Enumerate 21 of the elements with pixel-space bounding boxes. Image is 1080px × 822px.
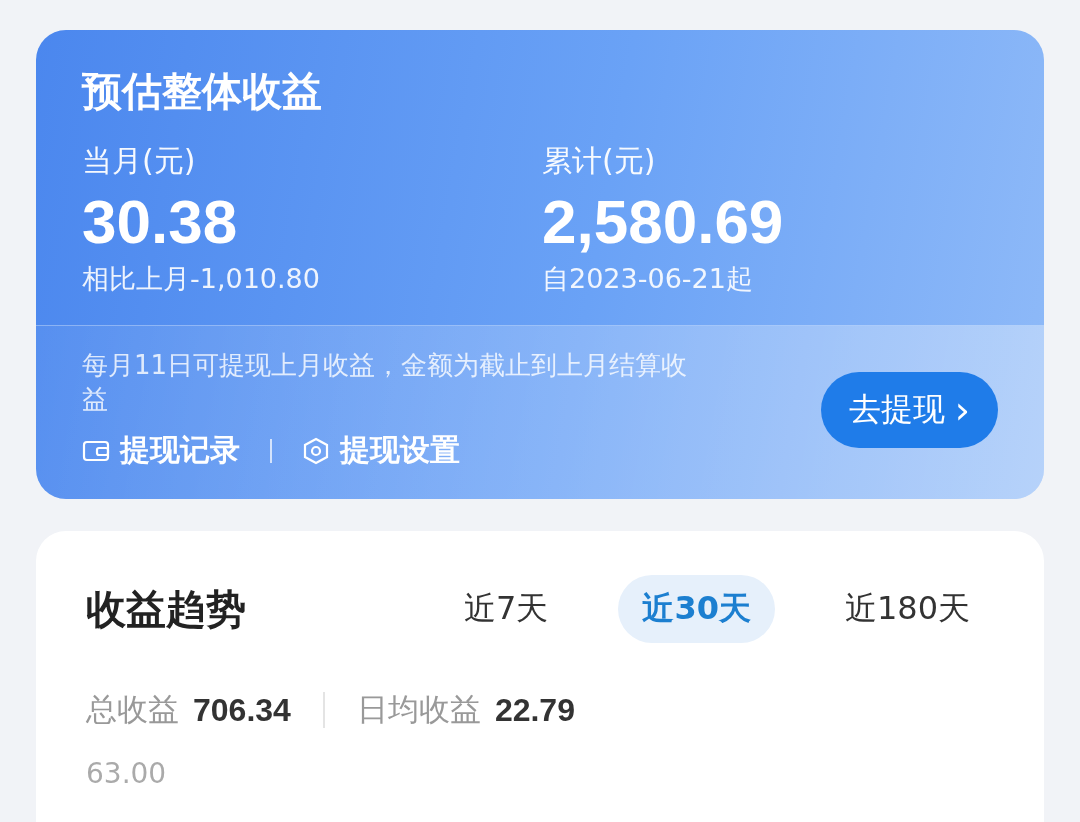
summary-label: 日均收益 [356, 690, 481, 729]
caret-icon: › [954, 390, 970, 429]
period-tab[interactable]: 近180天 [820, 575, 994, 643]
withdraw-button[interactable]: 去提现 › [820, 371, 998, 448]
stat-label: 累计(元) [542, 142, 657, 180]
card-title: 收益趋势 [86, 584, 246, 634]
period-tab[interactable]: 近30天 [618, 575, 775, 643]
summary-value: 706.34 [193, 691, 291, 729]
summary-label: 总收益 [86, 690, 179, 729]
summary-value: 22.79 [494, 691, 575, 729]
period-tab[interactable]: 近7天 [440, 575, 573, 643]
stat-note: 自2023-06-21起 [542, 262, 754, 296]
stat-value: 2,580.69 [542, 186, 785, 257]
card-title: 预估整体收益 [82, 67, 323, 116]
link[interactable]: 提现设置 [302, 430, 460, 471]
notice-text: 每月11日可提现上月收益，金额为截止到上月结算收益 [82, 349, 689, 416]
axis-label: 63.00 [86, 757, 167, 790]
link[interactable]: 提现记录 [82, 430, 240, 471]
stat-value: 30.38 [82, 186, 239, 257]
stat-note: 相比上月-1,010.80 [82, 262, 321, 296]
stat-label: 当月(元) [82, 142, 197, 180]
